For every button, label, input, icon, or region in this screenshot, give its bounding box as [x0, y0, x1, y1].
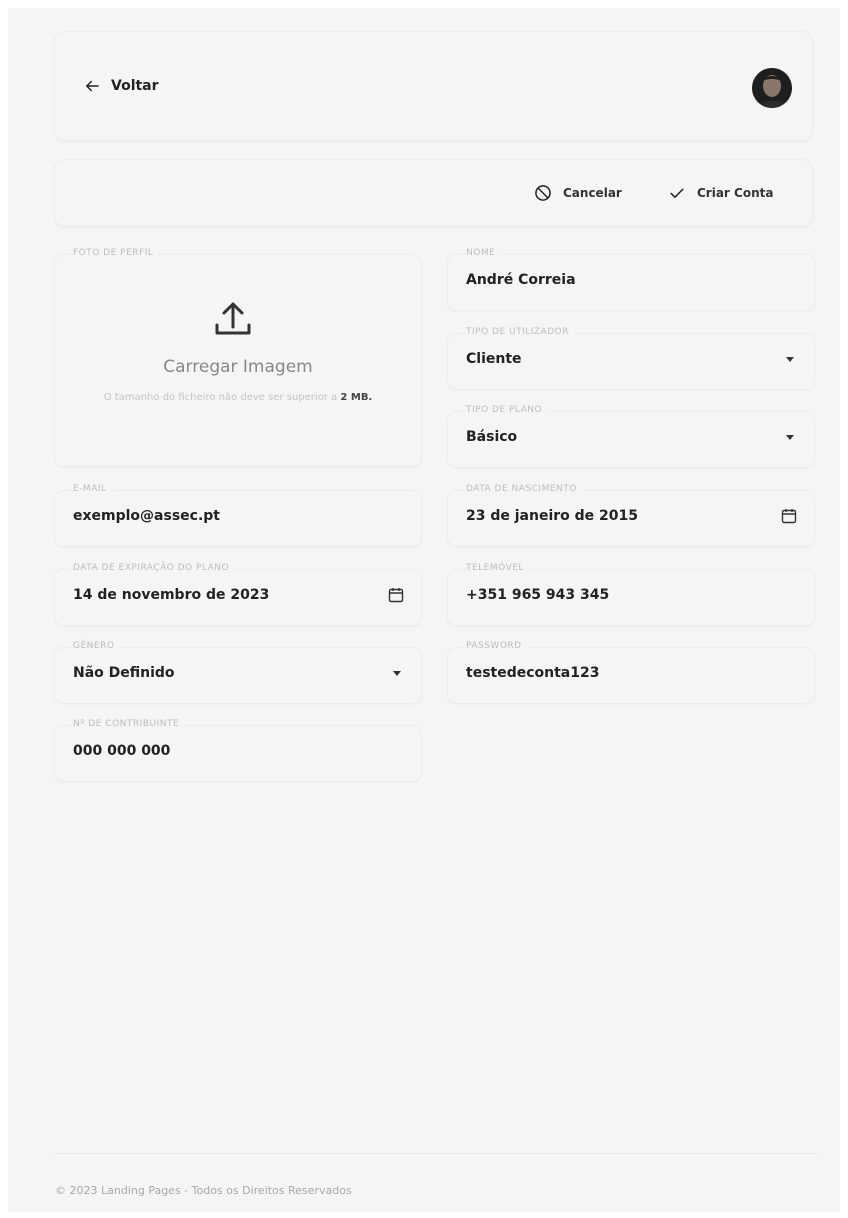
page: Voltar Cancelar Criar Conta FOTO DE PERF…	[8, 8, 840, 1212]
email-input[interactable]: exemplo@assec.pt	[73, 508, 220, 524]
upload-dropzone[interactable]: Carregar Imagem O tamanho do ficheiro nã…	[55, 255, 421, 466]
email-field[interactable]: E-MAIL exemplo@assec.pt	[55, 484, 421, 546]
plan-type-select[interactable]: TIPO DE PLANO Básico	[448, 405, 814, 467]
calendar-icon[interactable]	[387, 586, 405, 604]
phone-field[interactable]: TELEMÓVEL +351 965 943 345	[448, 563, 814, 625]
create-account-label: Criar Conta	[697, 186, 774, 200]
tax-number-input[interactable]: 000 000 000	[73, 743, 170, 759]
tax-number-label: Nº DE CONTRIBUINTE	[73, 719, 186, 729]
plan-type-label: TIPO DE PLANO	[466, 405, 549, 415]
back-label: Voltar	[111, 78, 159, 94]
plan-expiry-field[interactable]: DATA DE EXPIRAÇÃO DO PLANO 14 de novembr…	[55, 563, 421, 625]
calendar-icon[interactable]	[780, 507, 798, 525]
email-label: E-MAIL	[73, 484, 113, 494]
check-icon	[670, 188, 684, 198]
birth-date-label: DATA DE NASCIMENTO	[466, 484, 583, 494]
phone-input[interactable]: +351 965 943 345	[466, 587, 609, 603]
name-field[interactable]: NOME André Correia	[448, 248, 814, 310]
cancel-label: Cancelar	[563, 186, 622, 200]
create-account-button[interactable]: Criar Conta	[667, 180, 773, 206]
footer-copyright: © 2023 Landing Pages - Todos os Direitos…	[55, 1184, 352, 1197]
profile-photo-label: FOTO DE PERFIL	[73, 248, 160, 258]
upload-size-limit: 2 MB.	[340, 392, 373, 403]
cancel-button[interactable]: Cancelar	[533, 180, 622, 206]
header-card: Voltar	[55, 32, 812, 140]
profile-photo-field: FOTO DE PERFIL Carregar Imagem O tamanho…	[55, 248, 421, 466]
avatar[interactable]	[752, 68, 792, 108]
name-label: NOME	[466, 248, 502, 258]
gender-select[interactable]: GÉNERO Não Definido	[55, 641, 421, 703]
arrow-left-icon	[86, 80, 99, 92]
password-input[interactable]: testedeconta123	[466, 665, 599, 681]
upload-hint-text: O tamanho do ficheiro não deve ser super…	[103, 392, 338, 403]
birth-date-input[interactable]: 23 de janeiro de 2015	[466, 508, 638, 524]
password-field[interactable]: PASSWORD testedeconta123	[448, 641, 814, 703]
avatar-image	[752, 68, 792, 108]
user-type-select[interactable]: TIPO DE UTILIZADOR Cliente	[448, 327, 814, 389]
tax-number-field[interactable]: Nº DE CONTRIBUINTE 000 000 000	[55, 719, 421, 781]
caret-down-icon[interactable]	[786, 357, 794, 362]
gender-value[interactable]: Não Definido	[73, 665, 175, 681]
password-label: PASSWORD	[466, 641, 528, 651]
actions-card: Cancelar Criar Conta	[55, 160, 812, 226]
user-type-label: TIPO DE UTILIZADOR	[466, 327, 575, 337]
plan-expiry-input[interactable]: 14 de novembro de 2023	[73, 587, 269, 603]
footer-divider	[55, 1153, 818, 1154]
ban-icon	[535, 185, 551, 201]
gender-label: GÉNERO	[73, 641, 121, 651]
plan-expiry-label: DATA DE EXPIRAÇÃO DO PLANO	[73, 563, 236, 573]
phone-label: TELEMÓVEL	[466, 563, 530, 573]
upload-title: Carregar Imagem	[163, 357, 313, 377]
plan-type-value[interactable]: Básico	[466, 429, 517, 445]
user-type-value[interactable]: Cliente	[466, 351, 522, 367]
name-input[interactable]: André Correia	[466, 272, 576, 288]
birth-date-field[interactable]: DATA DE NASCIMENTO 23 de janeiro de 2015	[448, 484, 814, 546]
upload-icon	[215, 302, 251, 335]
caret-down-icon[interactable]	[786, 435, 794, 440]
upload-hint: O tamanho do ficheiro não deve ser super…	[95, 389, 381, 406]
back-button[interactable]: Voltar	[83, 71, 159, 101]
caret-down-icon[interactable]	[393, 671, 401, 676]
